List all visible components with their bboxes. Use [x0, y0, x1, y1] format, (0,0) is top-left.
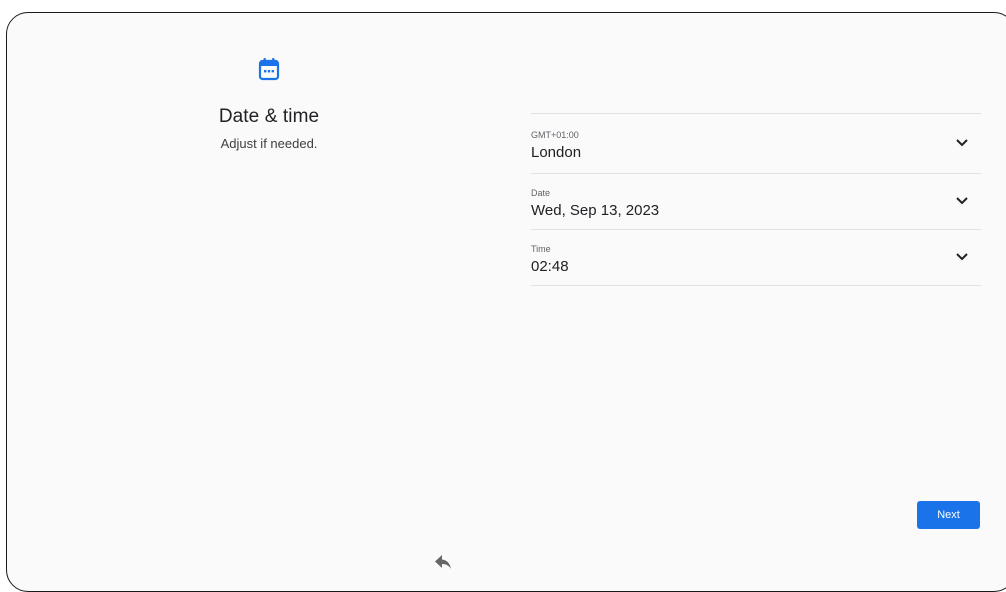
- date-label: Date: [531, 188, 551, 198]
- timezone-label: GMT+01:00: [531, 130, 579, 140]
- header-section: Date & time Adjust if needed.: [147, 57, 391, 151]
- device-screen: Date & time Adjust if needed. GMT+01:00 …: [6, 12, 1006, 592]
- timezone-value: London: [531, 144, 582, 161]
- date-value: Wed, Sep 13, 2023: [531, 202, 660, 219]
- chevron-down-icon[interactable]: [955, 138, 969, 148]
- date-row[interactable]: Date Wed, Sep 13, 2023: [531, 174, 981, 230]
- time-value: 02:48: [531, 258, 569, 275]
- page-title: Date & time: [218, 106, 320, 127]
- chevron-down-icon[interactable]: [955, 252, 969, 262]
- next-button[interactable]: Next: [917, 501, 980, 529]
- settings-list: GMT+01:00 London Date Wed, Sep 13, 2023 …: [531, 113, 981, 286]
- time-label: Time: [531, 244, 551, 254]
- chevron-down-icon[interactable]: [955, 196, 969, 206]
- page-subtitle: Adjust if needed.: [220, 136, 318, 151]
- time-row[interactable]: Time 02:48: [531, 230, 981, 286]
- timezone-row[interactable]: GMT+01:00 London: [531, 114, 981, 174]
- calendar-icon: [258, 58, 280, 81]
- back-arrow-icon[interactable]: [434, 554, 452, 570]
